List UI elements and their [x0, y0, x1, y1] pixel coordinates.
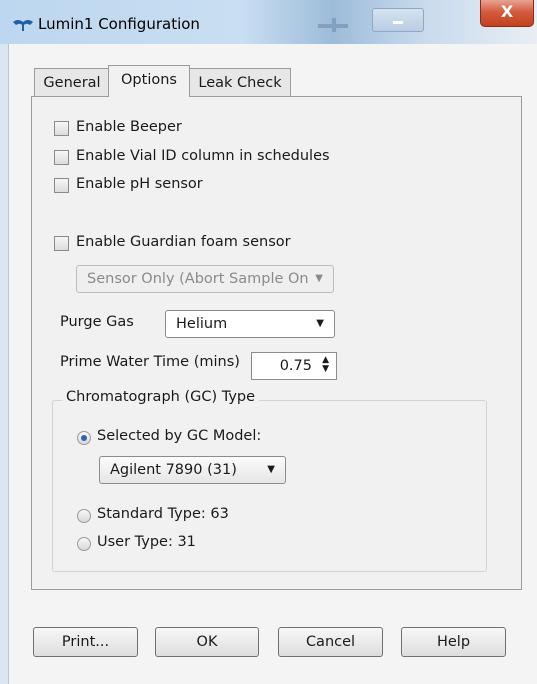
tab-general[interactable]: General	[34, 68, 110, 97]
enable-ph-sensor-checkbox[interactable]	[54, 178, 69, 193]
minimize-button[interactable]	[372, 8, 424, 32]
chevron-down-icon: ▼	[316, 318, 324, 329]
purge-gas-value: Helium	[176, 316, 228, 332]
gc-model-radio[interactable]	[77, 431, 91, 445]
standard-type-radio[interactable]	[77, 509, 91, 523]
chevron-down-icon: ▼	[315, 273, 323, 284]
print-button[interactable]: Print...	[33, 627, 138, 657]
prime-water-spinner[interactable]: 0.75 ▲ ▼	[251, 352, 337, 380]
purge-gas-label: Purge Gas	[60, 314, 134, 330]
foam-mode-value: Sensor Only (Abort Sample On	[87, 271, 309, 287]
purge-gas-dropdown[interactable]: Helium ▼	[165, 310, 335, 338]
enable-vial-id-label: Enable Vial ID column in schedules	[76, 148, 330, 164]
spin-up-down-icon[interactable]: ▲ ▼	[322, 356, 329, 374]
tab-options[interactable]: Options	[108, 65, 190, 97]
pin-icon-head	[332, 18, 336, 32]
gc-model-radio-label: Selected by GC Model:	[97, 428, 262, 444]
foam-mode-dropdown: Sensor Only (Abort Sample On ▼	[76, 265, 334, 293]
user-type-radio[interactable]	[77, 537, 91, 551]
user-type-label: User Type: 31	[97, 534, 196, 550]
help-button[interactable]: Help	[401, 627, 506, 657]
prime-water-label: Prime Water Time (mins)	[60, 354, 240, 370]
standard-type-label: Standard Type: 63	[97, 506, 229, 522]
gc-model-value: Agilent 7890 (31)	[110, 462, 237, 478]
cancel-button[interactable]: Cancel	[278, 627, 383, 657]
enable-ph-sensor-label: Enable pH sensor	[76, 176, 203, 192]
prime-water-value: 0.75	[279, 358, 312, 374]
window-frame	[0, 44, 9, 684]
close-button[interactable]: X	[480, 0, 534, 27]
enable-beeper-label: Enable Beeper	[76, 119, 182, 135]
gc-type-group-title: Chromatograph (GC) Type	[62, 389, 260, 405]
enable-beeper-checkbox[interactable]	[54, 121, 69, 136]
enable-vial-id-checkbox[interactable]	[54, 150, 69, 165]
enable-foam-sensor-checkbox[interactable]	[54, 236, 69, 251]
chevron-down-icon: ▼	[267, 464, 275, 475]
tab-leak-check[interactable]: Leak Check	[189, 68, 291, 97]
enable-foam-sensor-label: Enable Guardian foam sensor	[76, 234, 291, 250]
app-logo-icon	[13, 20, 33, 31]
window-title: Lumin1 Configuration	[38, 15, 200, 33]
ok-button[interactable]: OK	[155, 627, 259, 657]
gc-model-dropdown[interactable]: Agilent 7890 (31) ▼	[99, 456, 286, 484]
